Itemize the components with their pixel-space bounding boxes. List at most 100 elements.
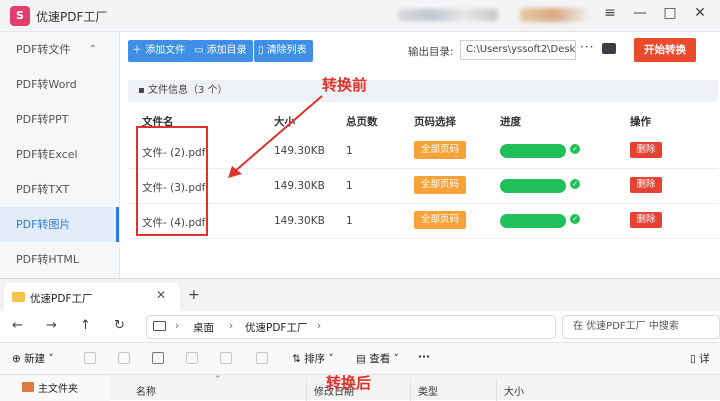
blurred-account-info (398, 9, 498, 21)
progress-bar (500, 144, 566, 158)
close-button[interactable]: ✕ (688, 5, 712, 21)
output-dir-label: 输出目录: (408, 46, 454, 58)
minimize-button[interactable]: — (628, 5, 652, 21)
open-folder-icon[interactable] (602, 43, 616, 54)
search-input[interactable]: 在 优速PDF工厂 中搜索 (562, 315, 720, 339)
close-tab-icon[interactable]: ✕ (156, 288, 166, 302)
navigation-bar: ← → ↑ ↻ › 桌面 › 优速PDF工厂 › 在 优速PDF工厂 中搜索 (0, 311, 720, 343)
file-icon: ▪ (138, 85, 148, 96)
breadcrumb-chevron-icon: › (229, 320, 234, 332)
up-arrow-icon[interactable]: ↑ (80, 318, 91, 333)
paste-icon[interactable] (152, 352, 164, 364)
check-icon: ✓ (570, 179, 580, 189)
view-label: 查看 (369, 353, 391, 365)
sidebar-item-label: PDF转TXT (16, 183, 70, 196)
sidebar-item-label: PDF转PPT (16, 113, 69, 126)
output-path-field[interactable]: C:\Users\yssoft2\Deskt (460, 40, 576, 60)
details-pane-button[interactable]: ▯ 详 (690, 351, 710, 366)
new-tab-button[interactable]: + (188, 287, 200, 303)
page-count: 1 (346, 180, 353, 192)
page-select-button[interactable]: 全部页码 (414, 176, 466, 194)
table-row[interactable]: 文件- (4).pdf 149.30KB 1 全部页码 ✓ 删除 (128, 204, 718, 239)
delete-button[interactable]: 删除 (630, 142, 662, 158)
annotation-after: 转换后 (326, 374, 372, 392)
file-size: 149.30KB (274, 180, 325, 192)
forward-arrow-icon[interactable]: → (46, 318, 57, 333)
chevron-up-icon: ⌃ (88, 44, 97, 55)
page-count: 1 (346, 145, 353, 157)
breadcrumb-chevron-icon: › (175, 320, 180, 332)
sidebar-item-label: PDF转图片 (16, 218, 71, 231)
sort-label: 排序 (304, 353, 326, 365)
cut-icon[interactable] (84, 352, 96, 364)
address-bar[interactable]: › 桌面 › 优速PDF工厂 › (146, 315, 556, 339)
view-button[interactable]: ▤ 查看 ˅ (356, 351, 399, 366)
back-arrow-icon[interactable]: ← (12, 318, 23, 333)
page-select-button[interactable]: 全部页码 (414, 141, 466, 159)
progress-bar (500, 214, 566, 228)
col-header-progress: 进度 (500, 116, 521, 128)
delete-button[interactable]: 删除 (630, 177, 662, 193)
sidebar-item-pdf-to-ppt[interactable]: PDF转PPT (0, 102, 119, 137)
toolbar: ＋ 添加文件 ▭ 添加目录 ▯ 清除列表 输出目录: C:\Users\ysso… (128, 38, 718, 62)
add-directory-label: 添加目录 (206, 45, 247, 56)
sidebar-item-label: PDF转Word (16, 78, 77, 91)
nav-home-item[interactable]: 主文件夹 (38, 380, 78, 395)
col-header-pages: 总页数 (346, 116, 378, 128)
column-divider (306, 379, 307, 401)
table-row[interactable]: 文件- (3).pdf 149.30KB 1 全部页码 ✓ 删除 (128, 169, 718, 204)
delete-icon[interactable] (256, 352, 268, 364)
breadcrumb-item[interactable]: 桌面 (193, 320, 214, 335)
sidebar-item-pdf-to-excel[interactable]: PDF转Excel (0, 137, 119, 172)
sidebar-item-pdf-to-word[interactable]: PDF转Word (0, 67, 119, 102)
add-directory-button[interactable]: ▭ 添加目录 (190, 40, 253, 62)
page-count: 1 (346, 215, 353, 227)
maximize-button[interactable]: □ (658, 5, 682, 21)
sidebar-item-pdf-to-file[interactable]: PDF转文件 ⌃ (0, 32, 119, 67)
check-icon: ✓ (570, 214, 580, 224)
table-row[interactable]: 文件- (2).pdf 149.30KB 1 全部页码 ✓ 删除 (128, 134, 718, 169)
sort-button[interactable]: ⇅ 排序 ˅ (292, 351, 334, 366)
monitor-icon (153, 321, 166, 331)
browse-button[interactable]: ··· (580, 40, 594, 54)
column-header-type[interactable]: 类型 (418, 383, 438, 398)
column-header-name[interactable]: 名称 (136, 383, 156, 398)
app-title: 优速PDF工厂 (36, 10, 108, 24)
column-divider (410, 379, 411, 401)
file-info-bar: ▪ 文件信息（3 个） (128, 80, 718, 102)
refresh-icon[interactable]: ↻ (114, 318, 125, 333)
sidebar-item-pdf-to-html[interactable]: PDF转HTML (0, 242, 119, 277)
progress-bar (500, 179, 566, 193)
add-file-label: 添加文件 (145, 45, 186, 56)
copy-icon[interactable] (118, 352, 130, 364)
clear-list-button[interactable]: ▯ 清除列表 (254, 40, 313, 62)
folder-icon (12, 292, 25, 302)
file-list-panel: ▪ 文件信息（3 个） 文件名 大小 总页数 页码选择 进度 操作 文件- (2… (128, 76, 718, 276)
file-size: 149.30KB (274, 215, 325, 227)
breadcrumb-item[interactable]: 优速PDF工厂 (245, 320, 307, 335)
start-convert-button[interactable]: 开始转换 (634, 38, 696, 62)
sidebar-item-pdf-to-txt[interactable]: PDF转TXT (0, 172, 119, 207)
column-header-size[interactable]: 大小 (504, 383, 524, 398)
new-label: 新建 (24, 353, 46, 365)
details-label: 详 (699, 353, 710, 365)
add-file-button[interactable]: ＋ 添加文件 (128, 40, 192, 62)
col-header-action: 操作 (630, 116, 651, 128)
app-logo-icon: S (10, 6, 30, 26)
page-select-button[interactable]: 全部页码 (414, 211, 466, 229)
new-button[interactable]: ⊕ 新建 ˅ (12, 351, 54, 366)
explorer-tab[interactable]: 优速PDF工厂 ✕ (4, 283, 180, 311)
share-icon[interactable] (220, 352, 232, 364)
highlight-box (136, 126, 208, 236)
sidebar-item-label: PDF转Excel (16, 148, 78, 161)
navigation-pane: 主文件夹 (0, 375, 110, 401)
delete-button[interactable]: 删除 (630, 212, 662, 228)
sidebar: PDF转文件 ⌃ PDF转Word PDF转PPT PDF转Excel PDF转T… (0, 32, 120, 278)
file-info-label: 文件信息（3 个） (147, 85, 228, 96)
rename-icon[interactable] (186, 352, 198, 364)
sidebar-item-label: PDF转文件 (16, 43, 71, 56)
more-options-button[interactable]: ··· (418, 351, 430, 363)
menu-icon[interactable]: ≡ (598, 5, 622, 21)
blurred-user-avatar[interactable] (520, 8, 588, 22)
sidebar-item-pdf-to-image[interactable]: PDF转图片 (0, 207, 119, 242)
